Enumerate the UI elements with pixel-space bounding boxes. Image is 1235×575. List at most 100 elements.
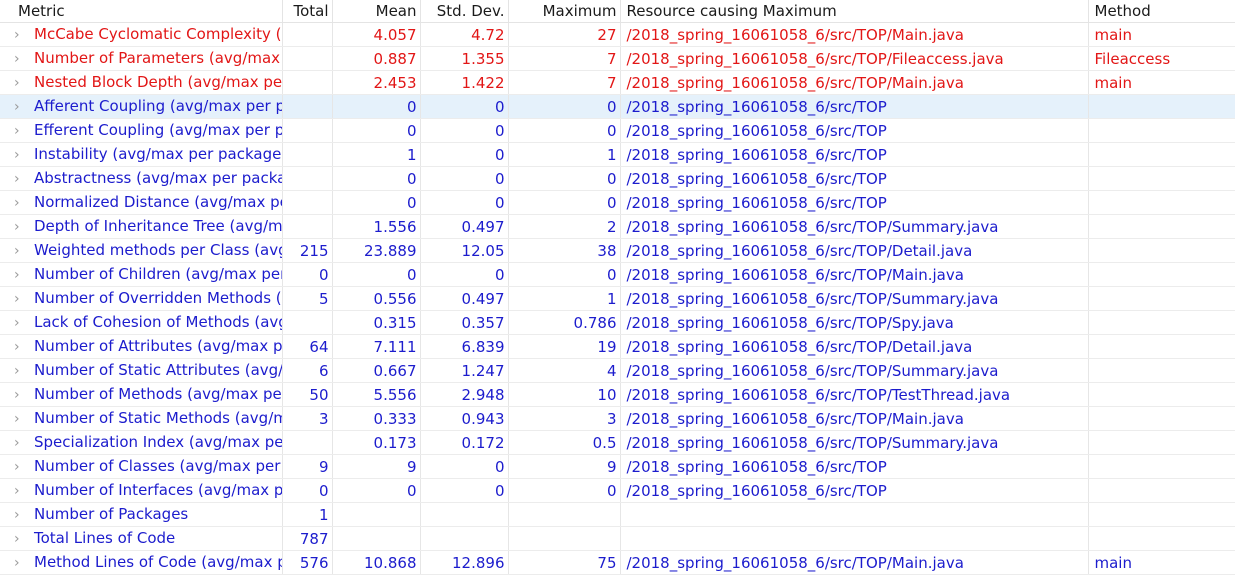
column-header-method[interactable]: Method — [1088, 0, 1235, 23]
table-row[interactable]: › Normalized Distance (avg/max pe 0 0 0/2018… — [0, 190, 1235, 215]
mean-cell — [332, 502, 421, 527]
chevron-right-icon[interactable]: › — [14, 144, 34, 166]
chevron-right-icon[interactable]: › — [14, 288, 34, 310]
metric-cell: › Number of Packages — [0, 502, 283, 527]
metric-label: Number of Classes (avg/max per p — [34, 457, 282, 475]
total-cell: 787 — [282, 526, 333, 551]
table-row[interactable]: › Lack of Cohesion of Methods (avg 0.315 0.… — [0, 310, 1235, 335]
maximum-cell: 1 — [508, 286, 621, 311]
resource-cell — [620, 502, 1089, 527]
metric-label: Total Lines of Code — [34, 529, 176, 547]
table-row[interactable]: › Depth of Inheritance Tree (avg/ma 1.556 0… — [0, 214, 1235, 239]
total-cell — [282, 166, 333, 191]
metric-label: Instability (avg/max per packageFi — [34, 145, 282, 163]
maximum-cell: 9 — [508, 454, 621, 479]
table-row[interactable]: › Number of Children (avg/max per 0 0 0 0/201… — [0, 262, 1235, 287]
maximum-cell — [508, 502, 621, 527]
table-header: Metric Total Mean Std. Dev. Maximum Reso… — [0, 0, 1235, 23]
mean-cell: 2.453 — [332, 70, 421, 95]
chevron-right-icon[interactable]: › — [14, 360, 34, 382]
method-cell — [1088, 310, 1235, 335]
column-header-metric[interactable]: Metric — [0, 0, 283, 23]
table-row[interactable]: › McCabe Cyclomatic Complexity (a 4.057 4.7… — [0, 22, 1235, 47]
table-row[interactable]: › Abstractness (avg/max per packag 0 0 0/201… — [0, 166, 1235, 191]
resource-cell: /2018_spring_16061058_6/src/TOP — [620, 94, 1089, 119]
method-cell — [1088, 334, 1235, 359]
resource-cell: /2018_spring_16061058_6/src/TOP — [620, 118, 1089, 143]
metric-label: Number of Static Attributes (avg/ — [34, 361, 282, 379]
metric-cell: › Nested Block Depth (avg/max per — [0, 70, 283, 95]
chevron-right-icon[interactable]: › — [14, 312, 34, 334]
table-row[interactable]: › Weighted methods per Class (avg 215 23.88… — [0, 238, 1235, 263]
column-header-maximum[interactable]: Maximum — [508, 0, 621, 23]
std-dev-cell: 0 — [420, 262, 509, 287]
chevron-right-icon[interactable]: › — [14, 408, 34, 430]
chevron-right-icon[interactable]: › — [14, 528, 34, 550]
chevron-right-icon[interactable]: › — [14, 192, 34, 214]
method-cell — [1088, 166, 1235, 191]
resource-cell: /2018_spring_16061058_6/src/TOP — [620, 142, 1089, 167]
total-cell: 1 — [282, 502, 333, 527]
table-row[interactable]: › Afferent Coupling (avg/max per p 0 0 0/201… — [0, 94, 1235, 119]
chevron-right-icon[interactable]: › — [14, 48, 34, 70]
resource-cell: /2018_spring_16061058_6/src/TOP/Main.jav… — [620, 262, 1089, 287]
metric-label: Number of Interfaces (avg/max pe — [34, 481, 282, 499]
chevron-right-icon[interactable]: › — [14, 264, 34, 286]
chevron-right-icon[interactable]: › — [14, 72, 34, 94]
chevron-right-icon[interactable]: › — [14, 336, 34, 358]
metric-cell: › Weighted methods per Class (avg — [0, 238, 283, 263]
metric-label: Number of Children (avg/max per — [34, 265, 282, 283]
mean-cell: 0.556 — [332, 286, 421, 311]
metric-label: Number of Methods (avg/max per — [34, 385, 282, 403]
chevron-right-icon[interactable]: › — [14, 96, 34, 118]
std-dev-cell: 1.422 — [420, 70, 509, 95]
mean-cell — [332, 526, 421, 551]
method-cell — [1088, 454, 1235, 479]
method-cell — [1088, 118, 1235, 143]
std-dev-cell: 1.247 — [420, 358, 509, 383]
table-row[interactable]: › Number of Overridden Methods (5 0.556 0.4… — [0, 286, 1235, 311]
mean-cell: 0.173 — [332, 430, 421, 455]
metric-cell: › Normalized Distance (avg/max pe — [0, 190, 283, 215]
maximum-cell — [508, 526, 621, 551]
resource-cell — [620, 526, 1089, 551]
metric-label: Number of Overridden Methods ( — [34, 289, 282, 307]
metric-cell: › Afferent Coupling (avg/max per p — [0, 94, 283, 119]
chevron-right-icon[interactable]: › — [14, 504, 34, 526]
table-row[interactable]: › Number of Classes (avg/max per p 9 9 0 9/20… — [0, 454, 1235, 479]
table-row[interactable]: › Number of Parameters (avg/max p 0.887 1.3… — [0, 46, 1235, 71]
std-dev-cell — [420, 502, 509, 527]
column-header-mean[interactable]: Mean — [332, 0, 421, 23]
resource-cell: /2018_spring_16061058_6/src/TOP/Summary.… — [620, 358, 1089, 383]
chevron-right-icon[interactable]: › — [14, 240, 34, 262]
table-row[interactable]: › Efferent Coupling (avg/max per pa 0 0 0/20… — [0, 118, 1235, 143]
table-row[interactable]: › Total Lines of Code 787 — [0, 526, 1235, 551]
table-row[interactable]: › Method Lines of Code (avg/max p 576 10.86… — [0, 550, 1235, 575]
maximum-cell: 2 — [508, 214, 621, 239]
table-row[interactable]: › Number of Static Attributes (avg/6 0.667… — [0, 358, 1235, 383]
table-row[interactable]: › Number of Static Methods (avg/m 3 0.333 0.… — [0, 406, 1235, 431]
chevron-right-icon[interactable]: › — [14, 552, 34, 574]
resource-cell: /2018_spring_16061058_6/src/TOP/Summary.… — [620, 430, 1089, 455]
chevron-right-icon[interactable]: › — [14, 384, 34, 406]
metric-cell: › Depth of Inheritance Tree (avg/ma — [0, 214, 283, 239]
table-row[interactable]: › Nested Block Depth (avg/max per 2.453 1.4… — [0, 70, 1235, 95]
column-header-resource[interactable]: Resource causing Maximum — [620, 0, 1089, 23]
table-row[interactable]: › Number of Interfaces (avg/max pe 0 0 0 0/20… — [0, 478, 1235, 503]
chevron-right-icon[interactable]: › — [14, 216, 34, 238]
chevron-right-icon[interactable]: › — [14, 24, 34, 46]
table-row[interactable]: › Specialization Index (avg/max per 0.173 0… — [0, 430, 1235, 455]
std-dev-cell: 0.497 — [420, 214, 509, 239]
table-row[interactable]: › Number of Packages 1 — [0, 502, 1235, 527]
chevron-right-icon[interactable]: › — [14, 456, 34, 478]
table-row[interactable]: › Instability (avg/max per packageFi 1 0 1/2… — [0, 142, 1235, 167]
chevron-right-icon[interactable]: › — [14, 432, 34, 454]
table-row[interactable]: › Number of Attributes (avg/max pe 64 7.111… — [0, 334, 1235, 359]
table-row[interactable]: › Number of Methods (avg/max per 50 5.556 2.… — [0, 382, 1235, 407]
chevron-right-icon[interactable]: › — [14, 168, 34, 190]
chevron-right-icon[interactable]: › — [14, 480, 34, 502]
column-header-total[interactable]: Total — [282, 0, 333, 23]
total-cell: 0 — [282, 478, 333, 503]
chevron-right-icon[interactable]: › — [14, 120, 34, 142]
column-header-std-dev[interactable]: Std. Dev. — [420, 0, 509, 23]
